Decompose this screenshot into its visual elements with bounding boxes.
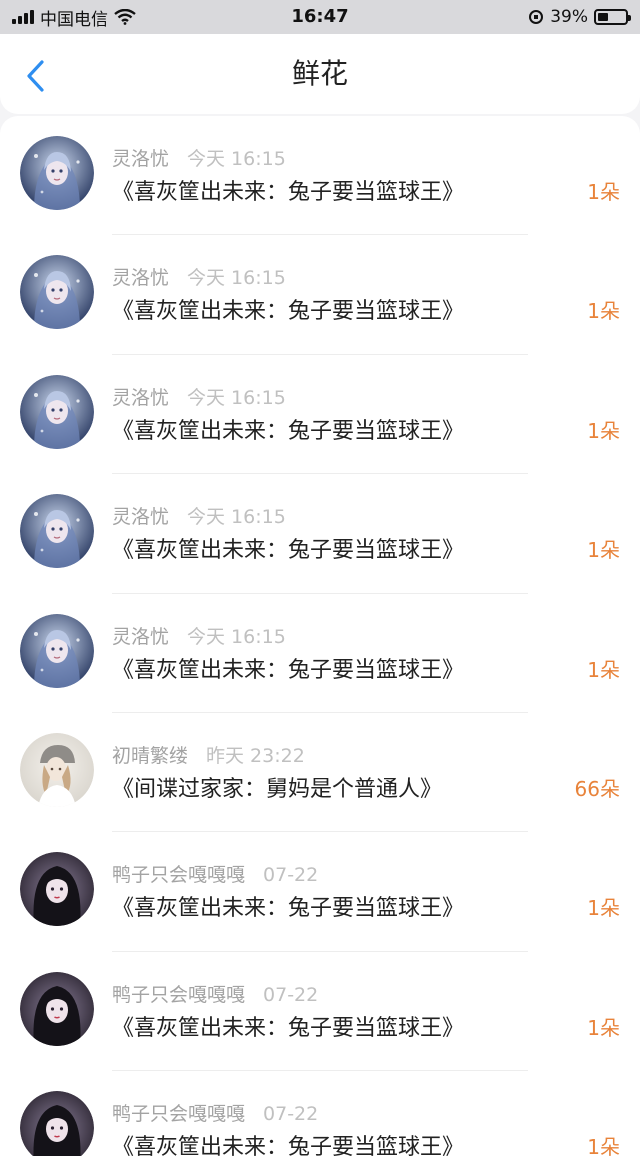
book-title[interactable]: 《喜灰筐出未来：兔子要当篮球王》 <box>112 174 464 206</box>
orientation-lock-icon <box>529 10 544 24</box>
username[interactable]: 灵洛忧 <box>112 506 169 528</box>
avatar[interactable] <box>20 136 94 210</box>
list-item[interactable]: 鸭子只会嘎嘎嘎 07-22 《喜灰筐出未来：兔子要当篮球王》 1朵 <box>0 952 640 1072</box>
item-meta: 灵洛忧 今天 16:15 <box>112 263 286 290</box>
book-title[interactable]: 《喜灰筐出未来：兔子要当篮球王》 <box>112 1010 464 1042</box>
flower-count: 1朵 <box>587 657 620 682</box>
battery-icon <box>594 9 631 25</box>
book-title[interactable]: 《喜灰筐出未来：兔子要当篮球王》 <box>112 890 464 922</box>
avatar[interactable] <box>20 852 94 927</box>
avatar[interactable] <box>20 374 94 449</box>
username[interactable]: 灵洛忧 <box>112 387 169 409</box>
list-item[interactable]: 灵洛忧 今天 16:15 《喜灰筐出未来：兔子要当篮球王》 1朵 <box>0 116 640 236</box>
timestamp: 今天 16:15 <box>187 386 286 409</box>
flower-count: 66朵 <box>574 776 620 801</box>
book-title[interactable]: 《喜灰筐出未来：兔子要当篮球王》 <box>112 652 464 684</box>
book-title[interactable]: 《喜灰筐出未来：兔子要当篮球王》 <box>112 413 464 445</box>
timestamp: 今天 16:15 <box>187 148 286 170</box>
status-right: 39% <box>528 0 631 34</box>
battery-percent: 39% <box>550 7 588 27</box>
username[interactable]: 灵洛忧 <box>112 267 169 289</box>
list-item[interactable]: 灵洛忧 今天 16:15 《喜灰筐出未来：兔子要当篮球王》 1朵 <box>0 355 640 475</box>
list-item[interactable]: 灵洛忧 今天 16:15 《喜灰筐出未来：兔子要当篮球王》 1朵 <box>0 474 640 594</box>
nav-bar: 鲜花 <box>0 34 640 114</box>
timestamp: 昨天 23:22 <box>206 744 305 767</box>
avatar[interactable] <box>20 971 94 1046</box>
flower-list: 灵洛忧 今天 16:15 《喜灰筐出未来：兔子要当篮球王》 1朵 灵洛忧 今天 16:1… <box>0 116 640 1156</box>
list-item[interactable]: 灵洛忧 今天 16:15 《喜灰筐出未来：兔子要当篮球王》 1朵 <box>0 594 640 714</box>
item-meta: 灵洛忧 今天 16:15 <box>112 144 286 171</box>
avatar[interactable] <box>20 732 94 807</box>
item-meta: 灵洛忧 今天 16:15 <box>112 502 286 529</box>
timestamp: 07-22 <box>263 983 319 1006</box>
flower-count: 1朵 <box>587 1135 620 1156</box>
book-title[interactable]: 《间谍过家家：舅妈是个普通人》 <box>112 771 442 803</box>
book-title[interactable]: 《喜灰筐出未来：兔子要当篮球王》 <box>112 293 464 325</box>
list-item[interactable]: 鸭子只会嘎嘎嘎 07-22 《喜灰筐出未来：兔子要当篮球王》 1朵 <box>0 832 640 953</box>
username[interactable]: 初晴繁缕 <box>112 745 188 767</box>
flower-count: 1朵 <box>587 1015 620 1040</box>
item-meta: 鸭子只会嘎嘎嘎 07-22 <box>112 980 318 1007</box>
timestamp: 今天 16:15 <box>187 625 286 648</box>
timestamp: 今天 16:15 <box>187 506 286 529</box>
flower-count: 1朵 <box>587 180 620 204</box>
item-meta: 初晴繁缕 昨天 23:22 <box>112 741 305 768</box>
avatar[interactable] <box>20 1091 94 1156</box>
username[interactable]: 灵洛忧 <box>112 626 169 648</box>
timestamp: 07-22 <box>263 1103 319 1126</box>
item-meta: 灵洛忧 今天 16:15 <box>112 383 286 410</box>
book-title[interactable]: 《喜灰筐出未来：兔子要当篮球王》 <box>112 532 464 564</box>
list-item[interactable]: 灵洛忧 今天 16:15 《喜灰筐出未来：兔子要当篮球王》 1朵 <box>0 235 640 356</box>
list-item[interactable]: 鸭子只会嘎嘎嘎 07-22 《喜灰筐出未来：兔子要当篮球王》 1朵 <box>0 1071 640 1156</box>
book-title[interactable]: 《喜灰筐出未来：兔子要当篮球王》 <box>112 1129 464 1156</box>
item-meta: 鸭子只会嘎嘎嘎 07-22 <box>112 860 318 887</box>
timestamp: 今天 16:15 <box>187 267 286 290</box>
flower-count: 1朵 <box>587 538 620 563</box>
list-item[interactable]: 初晴繁缕 昨天 23:22 《间谍过家家：舅妈是个普通人》 66朵 <box>0 713 640 833</box>
avatar[interactable] <box>20 255 94 330</box>
flower-count: 1朵 <box>587 299 620 324</box>
avatar[interactable] <box>20 494 94 569</box>
username[interactable]: 鸭子只会嘎嘎嘎 <box>112 984 245 1006</box>
battery-level-fill <box>598 13 608 21</box>
username[interactable]: 灵洛忧 <box>112 148 169 170</box>
flower-count: 1朵 <box>587 896 620 921</box>
flower-count: 1朵 <box>587 418 620 443</box>
item-meta: 鸭子只会嘎嘎嘎 07-22 <box>112 1099 318 1126</box>
item-meta: 灵洛忧 今天 16:15 <box>112 622 286 649</box>
timestamp: 07-22 <box>263 864 319 887</box>
page-title: 鲜花 <box>291 57 348 90</box>
status-bar: 中国电信 16:47 39% <box>0 0 640 34</box>
username[interactable]: 鸭子只会嘎嘎嘎 <box>112 1103 245 1125</box>
username[interactable]: 鸭子只会嘎嘎嘎 <box>112 864 245 886</box>
avatar[interactable] <box>20 613 94 688</box>
